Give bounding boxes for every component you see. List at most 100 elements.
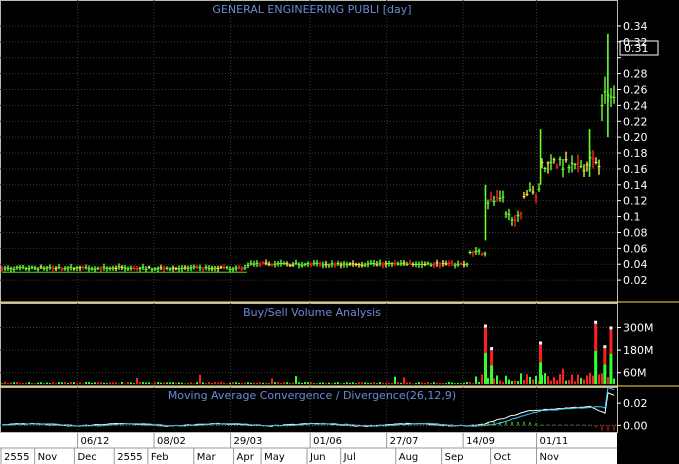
price-tick-label: 0.20 <box>623 131 648 144</box>
price-tick-label: 0.1 <box>623 211 641 224</box>
price-tick-label: 0.18 <box>623 147 648 160</box>
volume-bar <box>184 383 186 384</box>
date-label: 27/07 <box>390 436 419 447</box>
volume-bar <box>199 375 201 384</box>
month-label: Nov <box>540 452 560 463</box>
volume-bar <box>145 382 147 384</box>
macd-tick-label: 0.02 <box>623 397 648 410</box>
volume-bar <box>283 382 285 384</box>
volume-bar <box>94 382 96 384</box>
volume-bar <box>526 374 528 384</box>
volume-bar <box>106 383 108 384</box>
volume-spike-cap <box>490 347 494 351</box>
volume-bar <box>118 383 120 384</box>
volume-bar <box>313 383 315 384</box>
volume-bar <box>487 377 489 384</box>
volume-bar <box>229 382 231 384</box>
volume-bar <box>103 382 105 384</box>
volume-bar <box>421 382 423 384</box>
month-label: 2555 <box>4 452 29 463</box>
volume-bar <box>46 382 48 384</box>
volume-bar <box>355 383 357 384</box>
price-tick-label: 0.24 <box>623 99 648 112</box>
volume-bar <box>325 383 327 384</box>
date-label: 01/11 <box>540 436 569 447</box>
date-label: 01/06 <box>313 436 342 447</box>
volume-bar <box>268 383 270 384</box>
stock-chart: GENERAL ENGINEERING PUBLI [day] Buy/Sell… <box>0 0 679 464</box>
volume-bar <box>298 382 300 384</box>
volume-bar <box>535 375 537 384</box>
volume-bar <box>385 382 387 384</box>
month-label: 2555 <box>117 452 142 463</box>
volume-bar <box>400 382 402 384</box>
date-label: 14/09 <box>466 436 495 447</box>
volume-bar <box>391 382 393 384</box>
volume-bar <box>247 382 249 384</box>
volume-bar <box>475 376 477 384</box>
volume-bar <box>28 382 30 384</box>
volume-spike-cap <box>539 341 543 345</box>
volume-bar <box>322 382 324 384</box>
volume-bar <box>100 382 102 384</box>
volume-bar <box>139 382 141 384</box>
volume-bar <box>88 382 90 384</box>
volume-tick-label: 180M <box>623 344 654 357</box>
price-tick-label: 0.06 <box>623 242 648 255</box>
price-tick-label: 0.28 <box>623 68 648 81</box>
volume-bar <box>502 381 504 384</box>
price-tick-label: 0.16 <box>623 163 648 176</box>
volume-bar <box>520 373 522 384</box>
volume-bar <box>4 381 6 384</box>
macd-chart-title: Moving Average Convergence / Divergence(… <box>168 389 456 402</box>
volume-bar <box>586 375 588 384</box>
volume-bar <box>238 382 240 384</box>
month-label: Mar <box>197 452 217 463</box>
volume-bar <box>427 382 429 384</box>
month-label: May <box>264 452 285 463</box>
volume-bar <box>295 376 297 384</box>
volume-bar <box>256 382 258 384</box>
volume-bar <box>136 378 138 384</box>
volume-bar <box>514 380 516 384</box>
volume-bar <box>109 382 111 384</box>
volume-bar <box>373 382 375 384</box>
volume-bar <box>352 382 354 384</box>
volume-bar <box>409 382 411 384</box>
volume-bar <box>571 374 573 384</box>
volume-bar <box>310 382 312 384</box>
volume-bar <box>406 382 408 384</box>
volume-bar <box>49 383 51 384</box>
volume-bar <box>124 383 126 384</box>
volume-bar <box>598 374 600 384</box>
volume-bar <box>253 382 255 384</box>
volume-bar <box>25 382 27 384</box>
volume-bar <box>568 380 570 384</box>
volume-spike-cap <box>609 326 613 330</box>
volume-bar <box>565 380 567 384</box>
volume-bar <box>328 382 330 384</box>
volume-bar <box>1 383 3 384</box>
volume-bar <box>517 381 519 384</box>
volume-bar <box>154 382 156 384</box>
volume-bar <box>424 382 426 384</box>
volume-bar <box>496 375 498 384</box>
volume-bar <box>43 383 45 384</box>
volume-spike-cap <box>603 345 607 349</box>
macd-tick-label: 0.00 <box>623 419 648 432</box>
volume-bar <box>217 382 219 384</box>
volume-bar <box>85 382 87 384</box>
volume-bar <box>430 383 432 384</box>
volume-bar <box>202 382 204 384</box>
date-label: 29/03 <box>234 436 263 447</box>
volume-spike-buy <box>490 365 494 384</box>
volume-tick-label: 300M <box>623 322 654 335</box>
volume-spike-cap <box>594 320 598 324</box>
volume-bar <box>64 382 66 384</box>
volume-bar <box>457 383 459 384</box>
volume-bar <box>169 382 171 384</box>
volume-bar <box>175 382 177 384</box>
volume-bar <box>58 382 60 384</box>
volume-bar <box>445 383 447 384</box>
volume-bar <box>7 383 9 384</box>
